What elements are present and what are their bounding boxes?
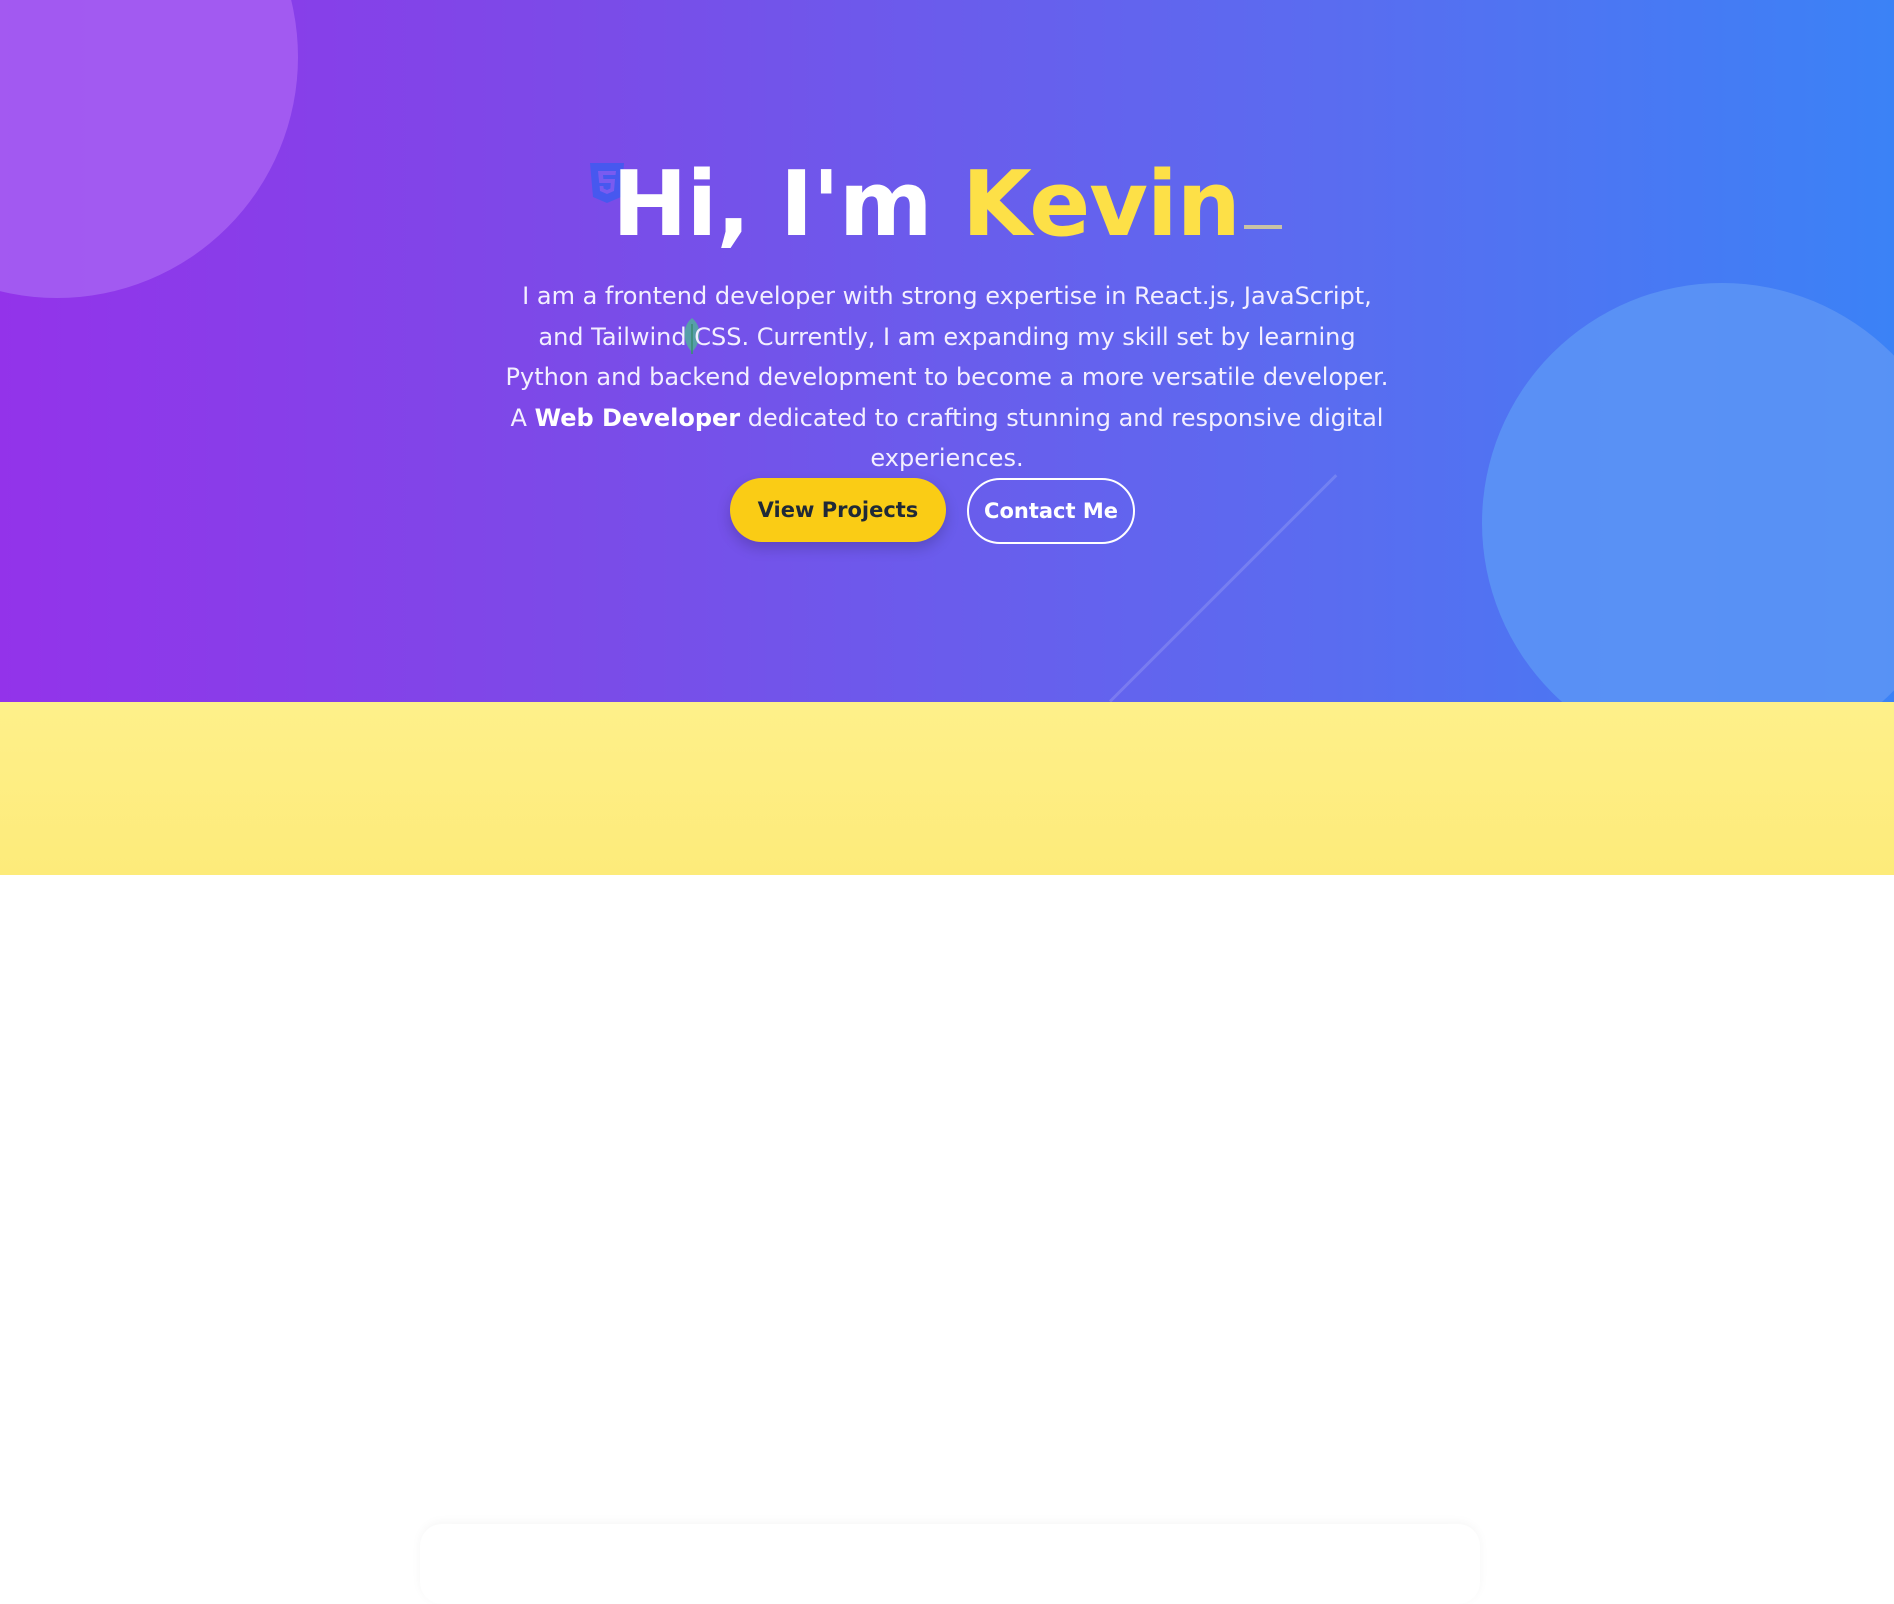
content-card [420,1524,1480,1604]
intro-highlight: Web Developer [534,403,741,432]
hero-section: Hi, I'm Kevin I am a frontend developer … [0,0,1894,702]
decorative-line [1108,474,1338,702]
hero-heading: Hi, I'm Kevin [0,150,1894,260]
decorative-circle-right [1482,283,1894,702]
typing-cursor [1243,225,1282,229]
view-projects-button[interactable]: View Projects [730,478,946,542]
intro-text-part2: dedicated to crafting stunning and respo… [740,403,1384,473]
hero-intro: I am a frontend developer with strong ex… [497,276,1397,479]
hero-greeting: Hi, I'm [612,152,963,257]
hero-name: Kevin [962,152,1241,257]
contact-me-button[interactable]: Contact Me [967,478,1135,544]
next-section [0,702,1894,1604]
